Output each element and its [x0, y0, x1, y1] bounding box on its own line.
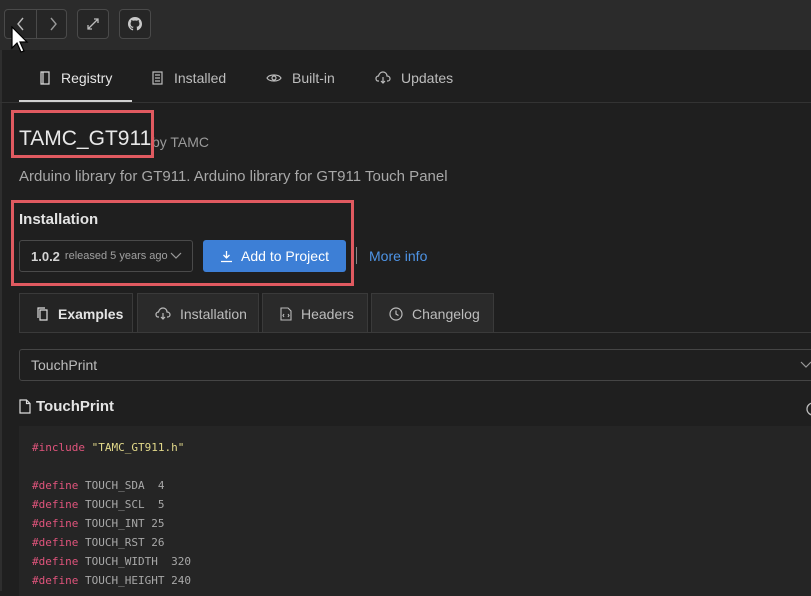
expand-button[interactable]: [77, 9, 109, 39]
tabs-divider: [0, 102, 811, 103]
example-select[interactable]: TouchPrint: [19, 349, 811, 381]
tab-label: Updates: [401, 69, 454, 86]
code-block: #include "TAMC_GT911.h" #define TOUCH_SD…: [19, 426, 811, 596]
code-keyword: #define: [32, 536, 79, 549]
tab-updates[interactable]: Updates: [375, 52, 453, 103]
tab-label: Installed: [174, 69, 227, 86]
package-author: by TAMC: [152, 134, 210, 150]
clock-icon: [389, 306, 403, 321]
tab-changelog[interactable]: Changelog: [371, 293, 494, 333]
tab-label: Registry: [61, 69, 113, 86]
code-line: #define TOUCH_HEIGHT 240: [32, 574, 191, 587]
separator: [356, 247, 357, 264]
code-line: #define TOUCH_INT 25: [32, 517, 164, 530]
code-line: #define TOUCH_SDA 4: [32, 479, 164, 492]
code-keyword: #define: [32, 574, 79, 587]
expand-icon: [87, 18, 99, 30]
tab-label: Built-in: [292, 69, 335, 86]
tab-headers[interactable]: Headers: [262, 293, 368, 333]
book-icon: [40, 70, 50, 85]
highlight-box-installation: [11, 200, 354, 286]
code-keyword: #define: [32, 555, 79, 568]
github-button[interactable]: [119, 9, 151, 39]
tab-label: Headers: [301, 305, 354, 322]
library-icon: [152, 70, 163, 85]
code-text: TOUCH_WIDTH 320: [78, 555, 191, 568]
code-text: TOUCH_SDA 4: [78, 479, 165, 492]
file-title-label: TouchPrint: [36, 398, 115, 415]
tab-registry[interactable]: Registry: [39, 52, 112, 103]
code-text: TOUCH_RST 26: [78, 536, 165, 549]
forward-button[interactable]: [37, 10, 68, 38]
file-title: TouchPrint: [19, 398, 114, 415]
example-selected: TouchPrint: [31, 357, 98, 373]
code-text: TOUCH_HEIGHT 240: [78, 574, 191, 587]
code-line: #define TOUCH_WIDTH 320: [32, 555, 191, 568]
file-code-icon: [280, 306, 292, 321]
tab-label: Changelog: [412, 305, 480, 322]
code-string: "TAMC_GT911.h": [91, 441, 185, 454]
section-tabs-divider: [19, 332, 811, 333]
file-icon: [19, 399, 31, 414]
highlight-box-title: [11, 110, 154, 158]
code-line: #include "TAMC_GT911.h": [32, 441, 184, 454]
chevron-right-icon: [49, 17, 57, 31]
code-line: #define TOUCH_RST 26: [32, 536, 164, 549]
cloud-download-icon: [155, 307, 171, 320]
code-line: #define TOUCH_SCL 5: [32, 498, 164, 511]
tab-label: Installation: [180, 305, 247, 322]
code-text: TOUCH_SCL 5: [78, 498, 165, 511]
mouse-cursor-icon: [11, 26, 29, 53]
code-text: TOUCH_INT 25: [78, 517, 165, 530]
package-description: Arduino library for GT911. Arduino libra…: [19, 168, 448, 185]
top-toolbar: [0, 0, 811, 50]
panel-edge: [0, 50, 2, 591]
eye-icon: [266, 73, 282, 82]
copy-icon: [37, 306, 48, 321]
code-keyword: #define: [32, 479, 79, 492]
code-keyword: #define: [32, 498, 79, 511]
code-keyword: #define: [32, 517, 79, 530]
tab-installation[interactable]: Installation: [137, 293, 259, 333]
tab-examples[interactable]: Examples: [19, 293, 133, 333]
code-keyword: #include: [32, 441, 85, 454]
main-tabs: Registry Installed Built-in Updates: [0, 52, 811, 103]
tab-built-in[interactable]: Built-in: [266, 52, 335, 103]
github-icon: [128, 17, 142, 31]
more-info-link[interactable]: More info: [369, 248, 427, 264]
tab-installed[interactable]: Installed: [151, 52, 226, 103]
tab-label: Examples: [58, 305, 124, 322]
chevron-down-icon: [800, 361, 811, 368]
cloud-download-icon: [375, 71, 391, 84]
info-icon[interactable]: [805, 401, 811, 417]
